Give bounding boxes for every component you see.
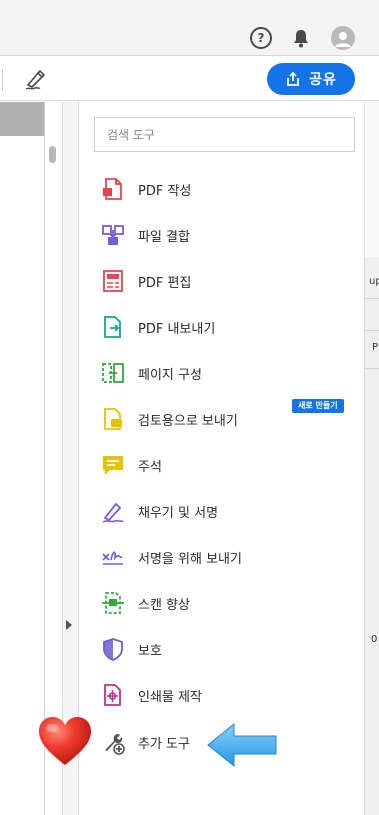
tool-label: 채우기 및 서명: [138, 505, 219, 521]
tool-label: 스캔 향상: [138, 597, 190, 613]
edge-divider: [365, 330, 379, 331]
tool-label: PDF 작성: [138, 183, 192, 199]
toolbar: 공유: [0, 57, 379, 101]
fill-and-sign-icon: [102, 502, 124, 523]
wrench-plus-icon: [105, 734, 125, 755]
print-production-icon: [104, 684, 121, 706]
share-upload-icon: [287, 71, 300, 86]
comment-icon: [103, 456, 123, 475]
search-tools-input[interactable]: [94, 117, 355, 152]
fill-sign-pen-icon[interactable]: [22, 65, 50, 93]
tool-protect[interactable]: 보호: [100, 634, 350, 664]
tool-label: 검토용으로 보내기: [138, 413, 238, 429]
tool-enhance-scans[interactable]: 스캔 향상: [100, 588, 350, 618]
acrobat-window: ? 공유 검색 도구 PDF 작성 파일 결합 PDF 편집 PDF 내보내기 …: [0, 0, 379, 815]
avatar-icon: [335, 32, 351, 47]
document-divider: [44, 102, 45, 815]
title-bar: ?: [0, 0, 379, 56]
edge-text: P: [372, 342, 379, 353]
organize-pages-icon: [102, 363, 124, 383]
right-edge-window-panel: [364, 257, 379, 815]
tool-create-pdf[interactable]: PDF 작성: [100, 174, 350, 204]
send-for-review-icon: [104, 408, 122, 430]
edge-text: up: [369, 276, 379, 287]
edge-text: 0: [371, 634, 378, 645]
collapse-pane-arrow-icon[interactable]: [66, 620, 72, 630]
tool-print-production[interactable]: 인쇄물 제작: [100, 680, 350, 710]
edge-divider: [365, 368, 379, 369]
new-badge: 새로 만들기: [292, 399, 344, 413]
tool-organize-pages[interactable]: 페이지 구성: [100, 358, 350, 388]
tool-label: 인쇄물 제작: [138, 689, 202, 705]
share-button-label: 공유: [309, 72, 337, 88]
shield-icon: [103, 638, 123, 661]
tool-label: 보호: [138, 643, 162, 659]
edit-pdf-icon: [103, 270, 123, 292]
tool-fill-and-sign[interactable]: 채우기 및 서명: [100, 496, 350, 526]
tool-combine-files[interactable]: 파일 결합: [100, 220, 350, 250]
document-scrollbar[interactable]: [49, 146, 56, 163]
export-pdf-icon: [104, 316, 121, 338]
edge-divider: [365, 298, 379, 299]
tool-label: 서명을 위해 보내기: [138, 551, 242, 567]
document-area[interactable]: [0, 102, 62, 815]
tool-label: PDF 편집: [138, 275, 192, 291]
tool-label: 파일 결합: [138, 229, 190, 245]
tool-label: 페이지 구성: [138, 367, 202, 383]
tools-pane-splitter[interactable]: [62, 102, 79, 815]
create-pdf-icon: [103, 178, 122, 200]
enhance-scans-icon: [102, 592, 124, 614]
tool-label: 주석: [138, 459, 162, 475]
bell-icon[interactable]: [290, 27, 312, 49]
tool-comment[interactable]: 주석: [100, 450, 350, 480]
document-page-edge: [0, 102, 44, 136]
arrow-annotation-icon: [207, 722, 277, 768]
tool-send-for-signature[interactable]: 서명을 위해 보내기: [100, 542, 350, 572]
tool-label: PDF 내보내기: [138, 321, 216, 337]
help-icon[interactable]: ?: [250, 27, 272, 49]
avatar[interactable]: [331, 26, 355, 50]
toolbar-divider: [2, 69, 3, 91]
tool-label: 추가 도구: [138, 736, 190, 752]
send-for-signature-icon: [102, 551, 123, 565]
tool-edit-pdf[interactable]: PDF 편집: [100, 266, 350, 296]
share-button[interactable]: 공유: [267, 63, 355, 95]
heart-annotation-icon: [39, 717, 91, 765]
combine-files-icon: [102, 225, 124, 245]
tool-export-pdf[interactable]: PDF 내보내기: [100, 312, 350, 342]
